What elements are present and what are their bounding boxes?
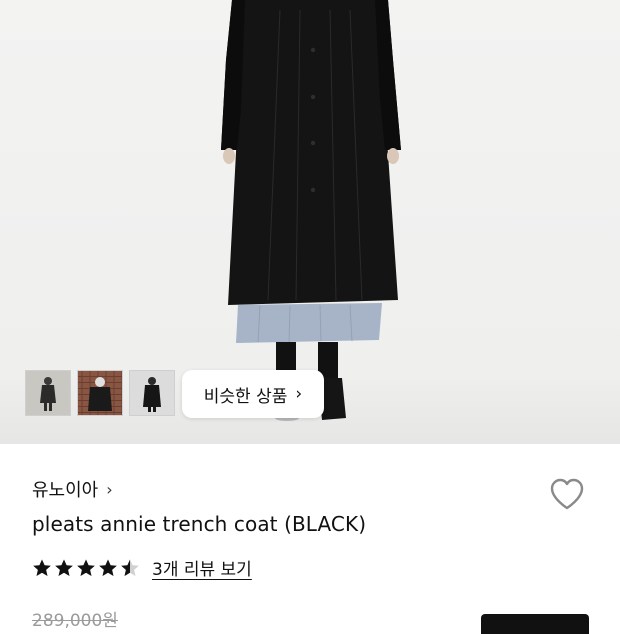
brand-link[interactable]: 유노이아 › [32,476,113,502]
product-title: pleats annie trench coat (BLACK) [32,512,367,536]
reviews-link[interactable]: 3개 리뷰 보기 [152,555,252,580]
thumbnail-3[interactable] [129,370,175,416]
similar-products-label: 비슷한 상품 [203,386,288,407]
thumbnail-2[interactable] [77,370,123,416]
star-icon [121,559,139,576]
star-icon [55,559,73,576]
star-icon [99,559,117,576]
product-image[interactable]: 비슷한 상품 › [0,0,620,444]
rating-row: 3개 리뷰 보기 [32,555,252,580]
thumbnail-1[interactable] [25,370,71,416]
star-icon [77,559,95,576]
thumbnail-strip [25,370,175,416]
wishlist-heart-icon[interactable] [547,474,587,514]
chevron-right-icon: › [106,479,113,499]
original-price: 289,000원 [32,611,118,631]
chevron-right-icon: › [295,384,303,404]
brand-name: 유노이아 [32,480,99,501]
star-icon [33,559,51,576]
buy-button[interactable] [481,614,589,634]
similar-products-button[interactable]: 비슷한 상품 › [182,370,324,418]
rating-stars [32,558,140,578]
